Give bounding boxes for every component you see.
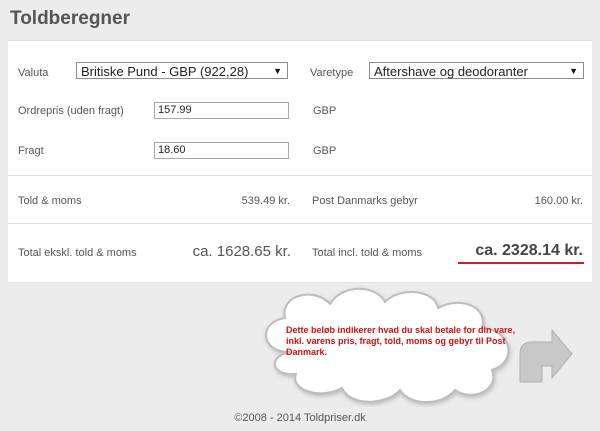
fragt-label: Fragt xyxy=(18,145,44,157)
fragt-input[interactable]: 18.60 xyxy=(154,142,289,159)
fragt-unit: GBP xyxy=(313,145,337,157)
total-ekskl-label: Total ekskl. told & moms xyxy=(18,247,137,259)
chevron-down-icon: ▼ xyxy=(273,66,282,76)
valuta-select-value: Britiske Pund - GBP (922,28) xyxy=(81,64,249,79)
chevron-down-icon: ▼ xyxy=(569,66,578,76)
ordrepris-input[interactable]: 157.99 xyxy=(154,102,289,119)
calculator-panel: Valuta Britiske Pund - GBP (922,28) ▼ Va… xyxy=(8,40,592,283)
valuta-select[interactable]: Britiske Pund - GBP (922,28) ▼ xyxy=(76,62,288,79)
total-ekskl-value: ca. 1628.65 kr. xyxy=(192,243,291,260)
arrow-up-right-icon xyxy=(519,328,573,383)
varetype-label: Varetype xyxy=(310,67,354,79)
ordrepris-label: Ordrepris (uden fragt) xyxy=(18,105,124,117)
varetype-select[interactable]: Aftershave og deodoranter ▼ xyxy=(369,62,584,79)
page-title: Toldberegner xyxy=(10,8,130,29)
total-underline xyxy=(458,262,584,264)
told-moms-label: Told & moms xyxy=(18,195,82,207)
told-moms-value: 539.49 kr. xyxy=(241,195,290,207)
divider xyxy=(8,175,592,176)
varetype-select-value: Aftershave og deodoranter xyxy=(374,64,528,79)
post-gebyr-value: 160.00 kr. xyxy=(534,195,583,207)
valuta-label: Valuta xyxy=(18,67,49,79)
divider xyxy=(8,223,592,224)
total-incl-value: ca. 2328.14 kr. xyxy=(475,242,583,259)
cloud-explanation-text: Dette beløb indikerer hvad du skal betal… xyxy=(286,325,516,357)
ordrepris-unit: GBP xyxy=(313,105,337,117)
post-gebyr-label: Post Danmarks gebyr xyxy=(312,195,418,207)
footer-copyright: ©2008 - 2014 Toldpriser.dk xyxy=(234,412,366,424)
total-incl-label: Total incl. told & moms xyxy=(312,247,423,259)
